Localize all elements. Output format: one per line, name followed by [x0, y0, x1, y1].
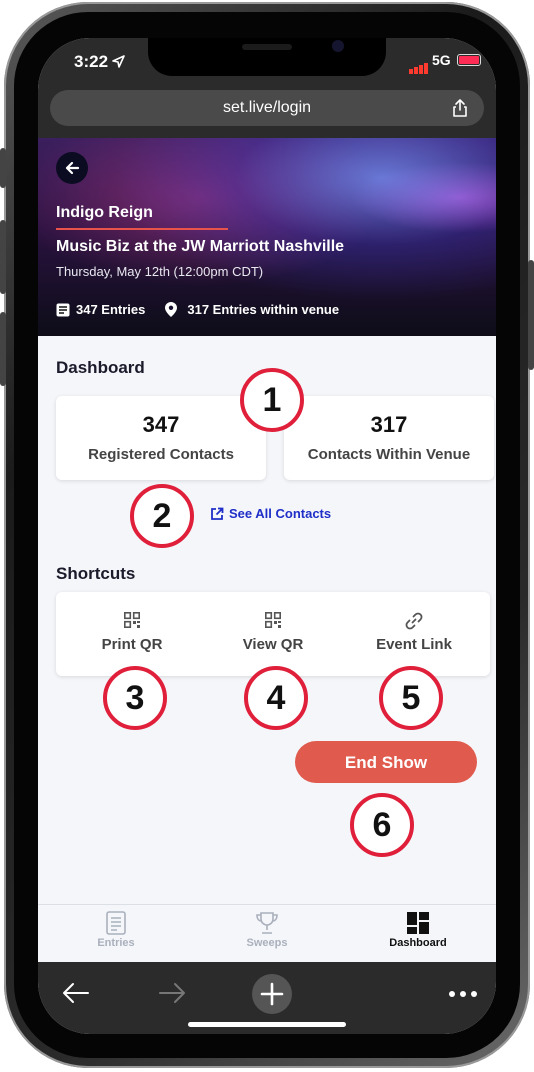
side-button-mute	[0, 148, 6, 188]
share-icon[interactable]	[450, 98, 470, 118]
callout-4: 4	[244, 666, 308, 730]
link-icon	[405, 612, 423, 630]
registered-contacts-count: 347	[142, 412, 180, 437]
document-icon	[106, 911, 126, 935]
tab-dashboard[interactable]: Dashboard	[358, 911, 478, 949]
callout-3: 3	[103, 666, 167, 730]
venue-contacts-label: Contacts Within Venue	[307, 446, 471, 463]
qr-code-icon	[265, 612, 281, 628]
more-options-icon[interactable]	[448, 990, 478, 998]
tab-sweeps[interactable]: Sweeps	[207, 911, 327, 949]
see-all-contacts-label: See All Contacts	[229, 506, 332, 521]
event-date: Thursday, May 12th (12:00pm CDT)	[56, 264, 264, 279]
url-text: set.live/login	[222, 99, 312, 116]
artist-name: Indigo Reign	[56, 204, 153, 221]
trophy-icon	[256, 912, 278, 934]
side-button-volume-down	[0, 312, 6, 386]
plus-icon	[260, 982, 284, 1006]
external-link-icon	[211, 507, 224, 520]
dashboard-heading: Dashboard	[56, 358, 145, 377]
tab-sweeps-label: Sweeps	[246, 937, 288, 949]
entries-icon	[56, 303, 70, 316]
dashboard-icon	[407, 912, 429, 934]
qr-code-icon	[124, 612, 140, 628]
side-button-power	[528, 260, 534, 370]
tab-entries-label: Entries	[97, 937, 135, 949]
see-all-contacts-link[interactable]: See All Contacts	[210, 506, 331, 521]
end-show-button[interactable]: End Show	[295, 741, 477, 783]
address-bar[interactable]: set.live/login	[50, 90, 484, 126]
browser-forward-icon[interactable]	[158, 982, 186, 1004]
registered-contacts-label: Registered Contacts	[88, 446, 234, 463]
side-button-volume-up	[0, 220, 6, 294]
callout-6: 6	[350, 793, 414, 857]
event-hero: Indigo Reign Music Biz at the JW Marriot…	[38, 138, 496, 336]
tab-entries[interactable]: Entries	[56, 911, 176, 949]
speaker-grille	[242, 44, 292, 50]
venue-contacts-card[interactable]: 317 Contacts Within Venue	[284, 396, 494, 480]
front-camera	[332, 40, 344, 52]
event-title: Music Biz at the JW Marriott Nashville	[56, 238, 345, 255]
status-time: 3:22	[74, 52, 109, 71]
registered-contacts-card[interactable]: 347 Registered Contacts	[56, 396, 266, 480]
location-pin-icon	[165, 302, 178, 317]
screen: 3:22 5G set.live/login Indigo Reign Musi…	[38, 38, 496, 1034]
print-qr-shortcut[interactable]: Print QR	[62, 592, 202, 653]
signal-icon	[409, 56, 429, 74]
callout-1: 1	[240, 368, 304, 432]
browser-toolbar	[38, 962, 496, 1034]
tab-dashboard-label: Dashboard	[389, 937, 447, 949]
tab-bar: Entries Sweeps Dashboard	[38, 904, 496, 963]
callout-5: 5	[379, 666, 443, 730]
back-button[interactable]	[56, 152, 88, 184]
location-arrow-icon	[112, 55, 125, 68]
artist-underline	[56, 228, 228, 230]
callout-2: 2	[130, 484, 194, 548]
shortcuts-heading: Shortcuts	[56, 564, 136, 583]
hero-stats: 347 Entries 317 Entries within venue	[56, 302, 339, 317]
venue-contacts-count: 317	[370, 412, 408, 437]
shortcuts-card: Print QR View QR Event Link	[56, 592, 490, 676]
battery-icon	[457, 54, 481, 66]
arrow-left-icon	[65, 161, 80, 175]
view-qr-shortcut[interactable]: View QR	[203, 592, 343, 653]
browser-back-icon[interactable]	[62, 982, 90, 1004]
entries-count: 347 Entries	[76, 302, 146, 317]
notch	[148, 38, 386, 76]
print-qr-label: Print QR	[101, 636, 163, 653]
event-link-shortcut[interactable]: Event Link	[344, 592, 484, 653]
event-link-label: Event Link	[376, 636, 452, 653]
view-qr-label: View QR	[242, 636, 304, 653]
network-type: 5G	[432, 52, 451, 68]
home-indicator	[188, 1022, 346, 1027]
status-bar: 3:22 5G	[38, 38, 496, 84]
new-tab-button[interactable]	[252, 974, 292, 1014]
browser-address-area: set.live/login	[38, 84, 496, 138]
venue-entries-count: 317 Entries within venue	[187, 302, 340, 317]
